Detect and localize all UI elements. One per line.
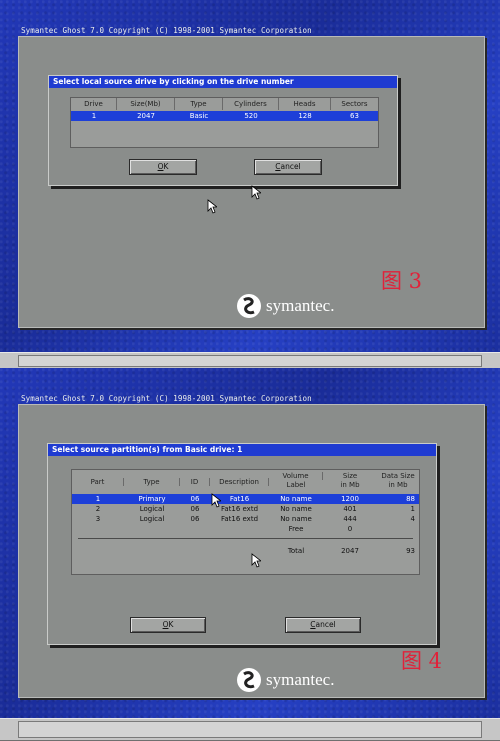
column-header: Drive — [71, 98, 117, 110]
partition-table: Part Type ID Description Volume Label Si… — [71, 469, 420, 575]
table-row: Free 0 — [72, 524, 419, 534]
column-header: Size — [342, 472, 358, 480]
drive-size: 2047 — [137, 112, 155, 120]
column-header: Data Size — [381, 472, 415, 480]
dialog-title: Select source partition(s) from Basic dr… — [48, 444, 436, 456]
column-header: Description — [210, 478, 269, 486]
mouse-cursor-icon — [211, 493, 221, 508]
table-header: Drive Size(Mb) Type Cylinders Heads Sect… — [71, 98, 378, 110]
part-size: 0 — [347, 525, 353, 533]
part-type: Logical — [139, 515, 165, 523]
ok-button[interactable]: OK — [130, 617, 206, 633]
column-header-line2: in Mb — [340, 481, 360, 489]
column-header: Part — [72, 478, 124, 486]
dialog-title: Select local source drive by clicking on… — [49, 76, 397, 88]
ok-label: K — [163, 162, 169, 171]
mouse-cursor-icon — [251, 553, 261, 568]
mouse-cursor-icon — [207, 199, 217, 214]
total-label: Total — [287, 547, 305, 555]
ghost-screen-1: Symantec Ghost 7.0 Copyright (C) 1998-20… — [0, 0, 500, 352]
column-header: Sectors — [341, 100, 368, 108]
drive-sectors: 63 — [350, 112, 359, 120]
total-data-size: 93 — [406, 547, 415, 555]
table-row[interactable]: 3 Logical 06 Fat16 extd No name 444 4 — [72, 514, 419, 524]
part-description: Fat16 extd — [220, 515, 259, 523]
column-header: Type — [175, 98, 223, 110]
cancel-button[interactable]: Cancel — [285, 617, 361, 633]
part-size: 401 — [343, 505, 357, 513]
ghost-main-window: Select source partition(s) from Basic dr… — [18, 404, 485, 698]
figure-label: 图 3 — [381, 269, 423, 293]
part-label: No name — [280, 505, 312, 513]
part-number: 1 — [95, 495, 101, 503]
symantec-logo: symantec. — [236, 293, 334, 319]
drive-heads: 128 — [298, 112, 312, 120]
part-label: Free — [288, 525, 304, 533]
part-id: 06 — [190, 495, 200, 503]
ok-label: K — [168, 620, 174, 629]
column-header-line2: Label — [286, 481, 306, 489]
part-type: Logical — [139, 505, 165, 513]
part-id: 06 — [190, 505, 200, 513]
drive-type: Basic — [189, 112, 209, 120]
ghost-screen-2: Symantec Ghost 7.0 Copyright (C) 1998-20… — [0, 368, 500, 718]
figure-label: 图 4 — [401, 649, 443, 673]
symantec-logo-icon — [237, 294, 261, 318]
column-header: Volume — [269, 472, 323, 480]
column-header-line2: in Mb — [388, 481, 408, 489]
table-row[interactable]: 2 Logical 06 Fat16 extd No name 401 1 — [72, 504, 419, 514]
part-id: 06 — [190, 515, 200, 523]
drive-table: Drive Size(Mb) Type Cylinders Heads Sect… — [70, 97, 379, 148]
part-data-size: 88 — [406, 495, 415, 503]
column-header: Size(Mb) — [117, 98, 175, 110]
symantec-logo: symantec. — [236, 667, 334, 693]
status-strip — [0, 718, 500, 741]
app-title-bar: Symantec Ghost 7.0 Copyright (C) 1998-20… — [21, 394, 312, 403]
table-row[interactable]: 1 Primary 06 Fat16 No name 1200 88 — [72, 494, 419, 504]
symantec-logo-icon — [237, 668, 261, 692]
part-size: 444 — [343, 515, 357, 523]
divider — [78, 538, 413, 539]
column-header: Type — [124, 478, 180, 486]
logo-text: symantec. — [266, 670, 335, 689]
table-row[interactable]: 1 2047 Basic 520 128 63 — [71, 111, 378, 121]
part-data-size: 1 — [410, 505, 415, 513]
drive-select-dialog: Select local source drive by clicking on… — [48, 75, 398, 186]
part-data-size: 4 — [410, 515, 415, 523]
drive-number: 1 — [91, 112, 97, 120]
part-type: Primary — [138, 495, 166, 503]
part-number: 2 — [95, 505, 101, 513]
part-number: 3 — [95, 515, 101, 523]
total-row: Total 2047 93 — [72, 546, 419, 556]
column-header: Cylinders — [223, 98, 279, 110]
total-size: 2047 — [341, 547, 359, 555]
column-header: Heads — [279, 98, 331, 110]
cancel-label: ancel — [280, 162, 301, 171]
cancel-label: ancel — [315, 620, 336, 629]
part-label: No name — [280, 515, 312, 523]
column-header: ID — [180, 478, 210, 486]
table-header: Part Type ID Description Volume Label Si… — [72, 470, 419, 492]
cancel-button[interactable]: Cancel — [254, 159, 322, 175]
part-size: 1200 — [341, 495, 359, 503]
mouse-cursor-icon — [251, 185, 261, 200]
app-title-bar: Symantec Ghost 7.0 Copyright (C) 1998-20… — [21, 26, 312, 35]
logo-text: symantec. — [266, 296, 335, 315]
ok-button[interactable]: OK — [129, 159, 197, 175]
part-label: No name — [280, 495, 312, 503]
ghost-main-window: Select local source drive by clicking on… — [18, 36, 485, 328]
partition-select-dialog: Select source partition(s) from Basic dr… — [47, 443, 437, 645]
drive-cylinders: 520 — [244, 112, 258, 120]
